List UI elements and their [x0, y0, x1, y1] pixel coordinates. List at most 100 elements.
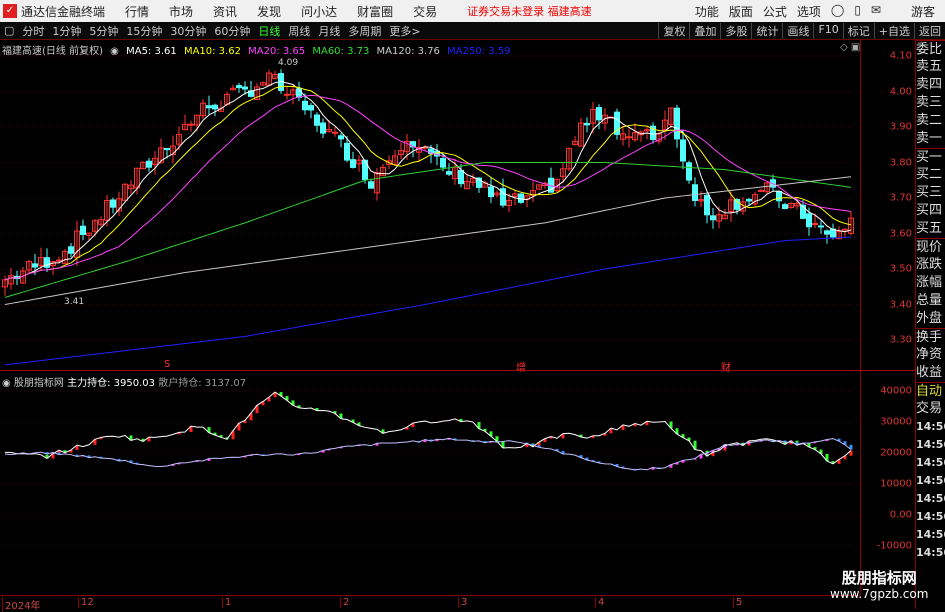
price-tick: 3.80 — [889, 157, 912, 168]
price-tick: 4.00 — [889, 86, 912, 97]
date-tick: 5 — [733, 597, 742, 608]
price-tick: 3.90 — [889, 121, 912, 133]
quote-field[interactable]: 卖四 — [916, 76, 945, 94]
quote-field[interactable]: 买五 — [916, 220, 945, 238]
candle-body — [338, 135, 344, 140]
indicator-tick: 10000 — [880, 478, 912, 490]
marker-finance[interactable]: 财 — [721, 359, 731, 374]
candle-body — [320, 122, 326, 134]
quote-field[interactable]: 自动 — [916, 382, 945, 400]
indicator-tick: -10000 — [876, 540, 912, 552]
quote-field[interactable]: 涨幅 — [916, 274, 945, 292]
tool-button[interactable]: 返回 — [914, 22, 945, 39]
candle-body — [32, 263, 38, 268]
quote-field[interactable]: 交易 — [916, 400, 945, 418]
indicator-tick: 30000 — [880, 416, 912, 428]
candle-body — [332, 131, 338, 134]
candle-body — [704, 194, 710, 216]
candle-body — [314, 114, 320, 126]
quote-field[interactable]: 14:56 — [916, 436, 945, 454]
quote-panel: 委比 卖五 卖四 卖三 卖二 卖一 买一 买二 买三 买四 买五 现价 涨跌 涨幅 总量 外盘 换手 净资 收益 自动… — [915, 40, 945, 609]
candle-body — [236, 85, 242, 89]
candle-body — [758, 189, 764, 192]
candle-body — [296, 88, 302, 98]
quote-field[interactable]: 净资 — [916, 346, 945, 364]
candle-body — [68, 246, 74, 254]
quote-field[interactable]: 涨跌 — [916, 256, 945, 274]
candle-body — [302, 100, 308, 111]
candle-body — [680, 139, 686, 162]
quote-field[interactable]: 卖二 — [916, 112, 945, 130]
quote-field[interactable]: 14:56 — [916, 526, 945, 544]
quote-field[interactable]: 换手 — [916, 328, 945, 346]
ma20-line — [4, 94, 852, 281]
candle-body — [458, 169, 464, 185]
quote-field[interactable]: 卖一 — [916, 130, 945, 148]
candle-body — [812, 223, 818, 226]
chart-canvas[interactable] — [0, 0, 860, 595]
marker-increase[interactable]: 增 — [516, 359, 526, 374]
quote-field[interactable]: 外盘 — [916, 310, 945, 328]
candle-body — [596, 107, 602, 121]
quote-field[interactable]: 14:56 — [916, 490, 945, 508]
candle-body — [710, 215, 716, 221]
quote-field[interactable]: 14:56 — [916, 544, 945, 562]
quote-field[interactable]: 14:56 — [916, 508, 945, 526]
quote-field[interactable]: 委比 — [916, 40, 945, 58]
quote-field[interactable]: 现价 — [916, 238, 945, 256]
quote-field[interactable]: 买二 — [916, 166, 945, 184]
quote-field[interactable]: 卖五 — [916, 58, 945, 76]
candle-body — [110, 199, 116, 208]
price-tick: 3.50 — [889, 263, 912, 275]
candle-body — [686, 162, 692, 181]
candle-body — [242, 86, 248, 90]
high-price-label: 4.09 — [278, 58, 299, 68]
quote-field[interactable]: 总量 — [916, 292, 945, 310]
mail-icon[interactable]: ✉ — [871, 3, 881, 20]
quote-field[interactable]: 14:56 — [916, 454, 945, 472]
candle-body — [440, 158, 446, 168]
date-tick: 4 — [595, 597, 604, 608]
indicator-tick: 0.00 — [889, 509, 912, 521]
candle-body — [692, 184, 698, 201]
quote-field[interactable]: 买四 — [916, 202, 945, 220]
user-guest[interactable]: 游客 — [911, 3, 935, 20]
candle-body — [446, 171, 452, 175]
pane-divider — [0, 370, 860, 371]
date-tick: 2024年 — [2, 597, 40, 612]
candle-body — [80, 225, 86, 235]
indicator-tick: 20000 — [880, 447, 912, 459]
tool-button[interactable]: +自选 — [873, 22, 914, 39]
candle-body — [284, 93, 290, 96]
date-tick: 3 — [458, 597, 467, 608]
quote-field[interactable]: 买三 — [916, 184, 945, 202]
retail-holding-line — [4, 437, 852, 471]
quote-field[interactable]: 卖三 — [916, 94, 945, 112]
price-tick: 3.70 — [889, 192, 912, 204]
date-axis: 2024年 12 1 2 3 4 5 — [0, 595, 860, 612]
candle-body — [776, 191, 782, 202]
candle-body — [746, 198, 752, 202]
watermark: 股朋指标网 www.7gpzb.com — [830, 569, 929, 601]
ma120-line — [4, 176, 852, 305]
candle-body — [308, 105, 314, 111]
price-tick: 3.60 — [889, 228, 912, 239]
marker-s[interactable]: S — [164, 359, 170, 370]
price-tick: 3.40 — [889, 299, 912, 310]
candle-body — [146, 160, 152, 168]
candle-body — [626, 136, 632, 139]
candle-body — [806, 213, 812, 228]
candle-body — [368, 181, 374, 189]
date-tick: 12 — [78, 597, 94, 608]
quote-field[interactable]: 收益 — [916, 364, 945, 382]
quote-field[interactable]: 买一 — [916, 148, 945, 166]
candle-body — [674, 107, 680, 140]
quote-field[interactable]: 14:56 — [916, 418, 945, 436]
candle-body — [56, 259, 62, 262]
candle-body — [350, 159, 356, 168]
ma10-line — [4, 85, 852, 281]
quote-field[interactable]: 14:56 — [916, 472, 945, 490]
candle-body — [488, 186, 494, 198]
candle-body — [818, 225, 824, 228]
candle-body — [824, 230, 830, 235]
